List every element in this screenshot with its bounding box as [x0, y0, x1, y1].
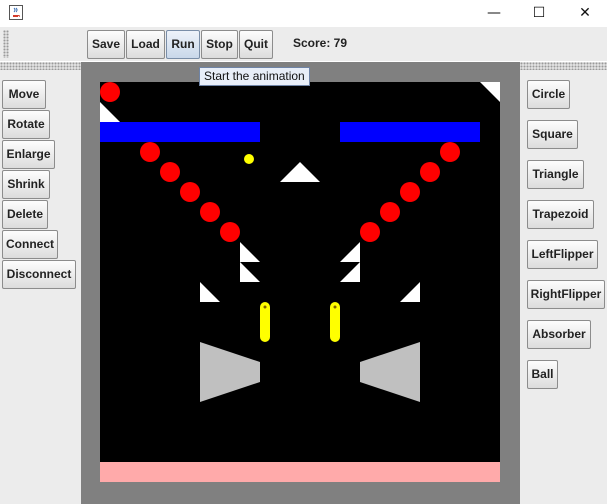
triangle-bumper[interactable]: [240, 242, 260, 262]
circle-bumper[interactable]: [160, 162, 180, 182]
circle-bumper[interactable]: [140, 142, 160, 162]
triangle-bumper[interactable]: [240, 262, 260, 282]
circle-bumper[interactable]: [360, 222, 380, 242]
circle-bumper[interactable]: [400, 182, 420, 202]
triangle-bumper[interactable]: [340, 262, 360, 282]
square-gizmo-button[interactable]: Square: [527, 120, 578, 149]
shrink-tool-button[interactable]: Shrink: [2, 170, 50, 199]
circle-bumper[interactable]: [180, 182, 200, 202]
triangle-bumper[interactable]: [100, 102, 120, 122]
rotate-tool-button[interactable]: Rotate: [2, 110, 50, 139]
triangle-gizmo-button[interactable]: Triangle: [527, 160, 584, 189]
trapezoid-gizmo-button[interactable]: Trapezoid: [527, 200, 594, 229]
circle-bumper[interactable]: [440, 142, 460, 162]
circle-bumper[interactable]: [420, 162, 440, 182]
disconnect-tool-button[interactable]: Disconnect: [2, 260, 76, 289]
triangle-bumper[interactable]: [480, 82, 500, 102]
leftflipper-gizmo-button[interactable]: LeftFlipper: [527, 240, 598, 269]
triangle-bumper[interactable]: [280, 162, 320, 182]
title-bar: — ☐ ✕: [0, 0, 607, 26]
circle-gizmo-button[interactable]: Circle: [527, 80, 570, 109]
close-button[interactable]: ✕: [562, 0, 607, 26]
move-tool-button[interactable]: Move: [2, 80, 46, 109]
circle-bumper[interactable]: [220, 222, 240, 242]
square-bumper-bar[interactable]: [340, 122, 480, 142]
run-button[interactable]: Run: [166, 30, 200, 59]
trapezoid-bumper[interactable]: [360, 342, 420, 402]
circle-bumper[interactable]: [100, 82, 120, 102]
left-panel-grip[interactable]: [0, 62, 81, 70]
triangle-bumper[interactable]: [200, 282, 220, 302]
board-canvas: [100, 82, 500, 482]
ball[interactable]: [244, 154, 254, 164]
triangle-bumper[interactable]: [340, 242, 360, 262]
right-panel-grip[interactable]: [520, 62, 607, 70]
maximize-button[interactable]: ☐: [516, 0, 562, 26]
flipper-pivot: [263, 305, 267, 309]
quit-button[interactable]: Quit: [239, 30, 273, 59]
absorber-gizmo-button[interactable]: Absorber: [527, 320, 591, 349]
load-button[interactable]: Load: [126, 30, 165, 59]
connect-tool-button[interactable]: Connect: [2, 230, 58, 259]
square-bumper-bar[interactable]: [100, 122, 260, 142]
circle-bumper[interactable]: [380, 202, 400, 222]
enlarge-tool-button[interactable]: Enlarge: [2, 140, 55, 169]
circle-bumper[interactable]: [200, 202, 220, 222]
save-button[interactable]: Save: [87, 30, 125, 59]
score-label: Score: 79: [293, 36, 348, 50]
stop-button[interactable]: Stop: [201, 30, 238, 59]
ball-gizmo-button[interactable]: Ball: [527, 360, 558, 389]
run-tooltip: Start the animation: [199, 67, 310, 86]
rightflipper-gizmo-button[interactable]: RightFlipper: [527, 280, 605, 309]
minimize-button[interactable]: —: [471, 0, 517, 26]
java-cup-icon: [9, 5, 23, 20]
toolbar-grip[interactable]: [3, 30, 9, 58]
game-board[interactable]: [100, 82, 500, 482]
flipper-pivot: [333, 305, 337, 309]
trapezoid-bumper[interactable]: [200, 342, 260, 402]
delete-tool-button[interactable]: Delete: [2, 200, 48, 229]
absorber[interactable]: [100, 462, 500, 482]
triangle-bumper[interactable]: [400, 282, 420, 302]
